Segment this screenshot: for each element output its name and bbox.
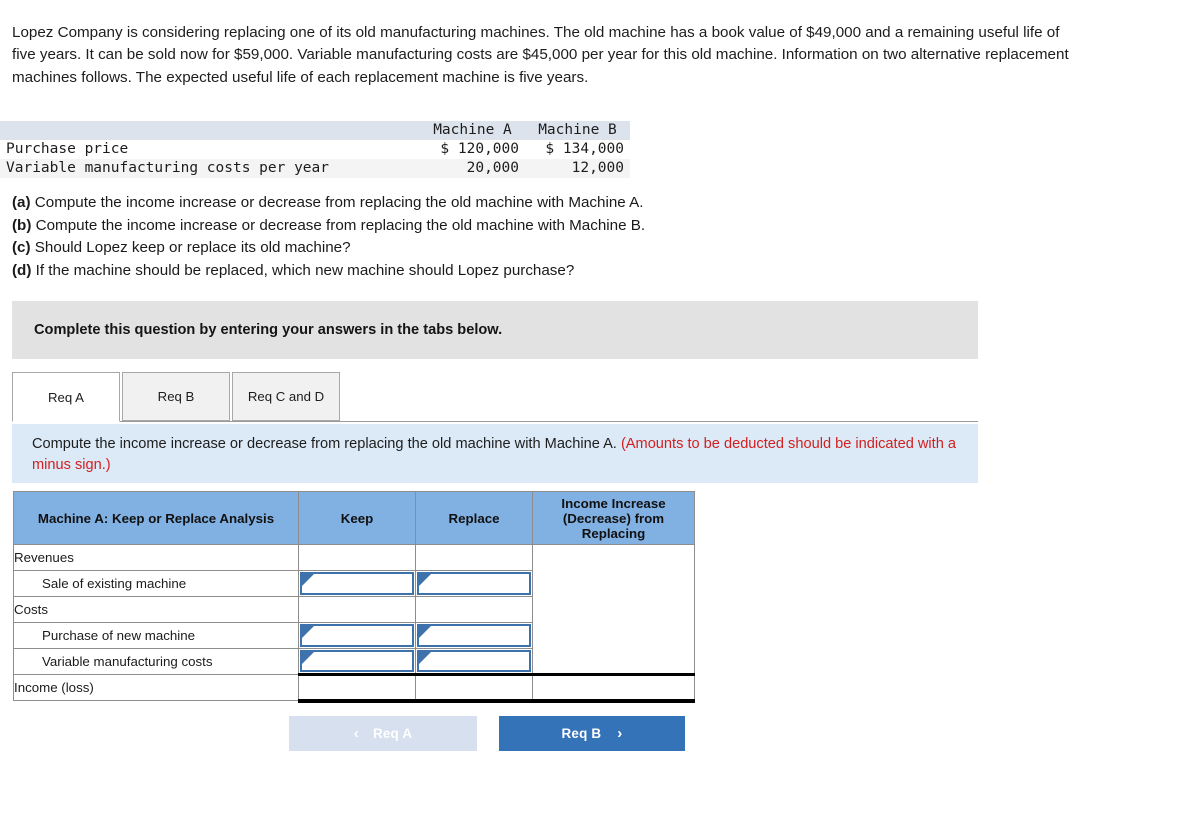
data-row-label: Purchase price — [0, 140, 420, 159]
data-table-header-machine-b: Machine B — [525, 121, 630, 140]
cell-revenues-keep — [298, 544, 416, 571]
answer-header-analysis: Machine A: Keep or Replace Analysis — [13, 491, 299, 545]
requirement-tabs: Req A Req B Req C and D — [12, 372, 978, 422]
requirements-list: (a) Compute the income increase or decre… — [12, 192, 912, 282]
answer-header-income-line1: Income Increase — [561, 495, 666, 511]
instruction-banner: Complete this question by entering your … — [12, 301, 978, 359]
next-req-button-label: Req B — [561, 726, 602, 741]
requirement-c-text: Should Lopez keep or replace its old mac… — [34, 239, 351, 256]
cell-marker-triangle-icon — [419, 626, 431, 638]
cell-marker-triangle-icon — [419, 574, 431, 586]
tabstrip-underline — [12, 421, 978, 422]
input-variable-costs-replace[interactable] — [415, 648, 533, 675]
tab-req-c-and-d-label: Req C and D — [247, 389, 325, 404]
input-purchase-new-keep[interactable] — [298, 622, 416, 649]
row-label-sale-of-existing-machine: Sale of existing machine — [13, 570, 299, 597]
next-req-button[interactable]: Req B › — [499, 716, 685, 751]
requirement-b-label: (b) — [12, 216, 32, 234]
answer-header-replace: Replace — [415, 491, 533, 545]
cell-costs-keep — [298, 596, 416, 623]
requirement-c: (c) Should Lopez keep or replace its old… — [12, 237, 912, 259]
problem-statement: Lopez Company is considering replacing o… — [12, 24, 1069, 86]
requirement-d: (d) If the machine should be replaced, w… — [12, 260, 912, 282]
prev-req-button-label: Req A — [373, 726, 413, 741]
cell-marker-triangle-icon — [302, 574, 314, 586]
answer-table-wrapper: Machine A: Keep or Replace Analysis Keep… — [13, 491, 695, 703]
table-row-total: Income (loss) — [13, 673, 695, 703]
table-row: Revenues — [13, 544, 695, 675]
requirement-d-label: (d) — [12, 261, 32, 279]
answer-header-income-increase: Income Increase (Decrease) from Replacin… — [532, 491, 695, 545]
cell-income-increase-merged — [532, 544, 695, 675]
cell-income-loss-replace — [415, 673, 533, 703]
data-row-machine-a: $ 120,000 — [420, 140, 525, 159]
input-sale-existing-keep[interactable] — [298, 570, 416, 597]
machine-data-table: Machine A Machine B Purchase price $ 120… — [0, 121, 630, 178]
input-purchase-new-replace[interactable] — [415, 622, 533, 649]
answer-table: Machine A: Keep or Replace Analysis Keep… — [13, 491, 695, 703]
input-variable-costs-keep[interactable] — [298, 648, 416, 675]
row-label-income-loss: Income (loss) — [13, 674, 299, 701]
row-label-variable-manufacturing-costs: Variable manufacturing costs — [13, 648, 299, 675]
data-row-machine-b: $ 134,000 — [525, 140, 630, 159]
cell-costs-replace — [415, 596, 533, 623]
answer-table-header-row: Machine A: Keep or Replace Analysis Keep… — [13, 491, 695, 545]
tab-req-a-label: Req A — [48, 389, 84, 405]
input-box[interactable] — [300, 624, 414, 647]
cell-income-loss-income — [532, 673, 695, 703]
requirement-prompt: Compute the income increase or decrease … — [12, 424, 978, 483]
question-page: Lopez Company is considering replacing o… — [0, 0, 1200, 818]
requirement-d-text: If the machine should be replaced, which… — [35, 261, 575, 279]
data-table-header-row: Machine A Machine B — [0, 121, 630, 140]
cell-income-loss-keep — [298, 673, 416, 703]
tab-req-c-and-d[interactable]: Req C and D — [232, 372, 340, 421]
chevron-right-icon: › — [617, 725, 623, 742]
answer-header-income-line2: (Decrease) from — [562, 510, 665, 526]
data-row-machine-a: 20,000 — [420, 159, 525, 178]
answer-header-keep: Keep — [298, 491, 416, 545]
cell-marker-triangle-icon — [419, 652, 431, 664]
input-box[interactable] — [300, 572, 414, 595]
chevron-left-icon: ‹ — [353, 725, 359, 742]
input-box[interactable] — [417, 650, 531, 672]
data-row-label: Variable manufacturing costs per year — [0, 159, 420, 178]
requirement-a-text: Compute the income increase or decrease … — [34, 194, 644, 211]
cell-marker-triangle-icon — [302, 626, 314, 638]
tab-req-b[interactable]: Req B — [122, 372, 230, 421]
requirement-a-label: (a) — [12, 194, 31, 211]
requirement-b: (b) Compute the income increase or decre… — [12, 215, 912, 237]
cell-marker-triangle-icon — [302, 652, 314, 664]
instruction-banner-text: Complete this question by entering your … — [34, 322, 503, 338]
requirement-a: (a) Compute the income increase or decre… — [12, 192, 912, 214]
prev-req-button[interactable]: ‹ Req A — [289, 716, 477, 751]
input-box[interactable] — [300, 650, 414, 672]
table-row: Purchase price $ 120,000 $ 134,000 — [0, 140, 630, 159]
tab-req-a[interactable]: Req A — [12, 372, 120, 422]
table-row: Variable manufacturing costs per year 20… — [0, 159, 630, 178]
input-box[interactable] — [417, 624, 531, 647]
answer-header-income-line3: Replacing — [581, 525, 646, 541]
requirement-c-label: (c) — [12, 239, 31, 256]
data-table-header-blank — [0, 121, 420, 140]
input-sale-existing-replace[interactable] — [415, 570, 533, 597]
row-label-revenues: Revenues — [13, 544, 299, 571]
tab-req-b-label: Req B — [157, 389, 195, 404]
row-label-costs: Costs — [13, 596, 299, 623]
requirement-b-text: Compute the income increase or decrease … — [35, 216, 646, 234]
data-row-machine-b: 12,000 — [525, 159, 630, 178]
row-label-purchase-of-new-machine: Purchase of new machine — [13, 622, 299, 649]
cell-revenues-replace — [415, 544, 533, 571]
data-table-header-machine-a: Machine A — [420, 121, 525, 140]
input-box[interactable] — [417, 572, 531, 595]
requirement-prompt-text: Compute the income increase or decrease … — [32, 436, 617, 452]
